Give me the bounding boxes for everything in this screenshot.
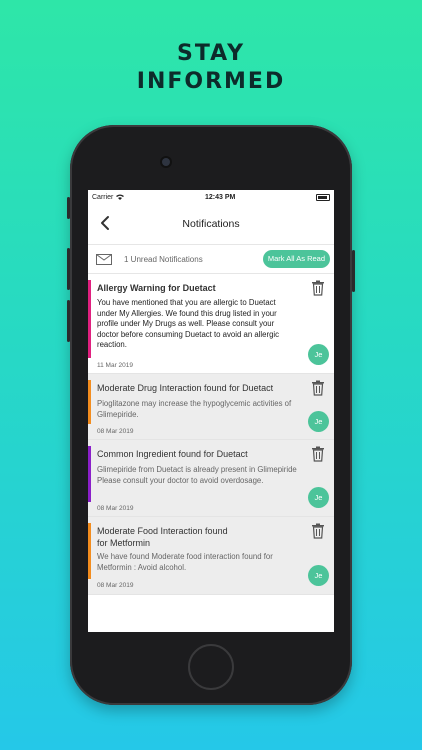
notification-body: Glimepiride from Duetact is already pres… <box>97 465 297 485</box>
trash-icon[interactable] <box>311 523 325 539</box>
navigation-bar: Notifications <box>88 204 334 245</box>
power-button <box>352 250 355 292</box>
back-chevron-icon[interactable] <box>98 214 114 232</box>
notification-card[interactable]: Moderate Food Interaction found for Metf… <box>88 517 334 595</box>
unread-count: 1 Unread Notifications <box>124 254 203 264</box>
promo-line-1: STAY <box>177 41 245 66</box>
status-time: 12:43 PM <box>205 193 236 201</box>
severity-bar <box>88 280 91 358</box>
battery-icon <box>316 193 330 201</box>
home-button[interactable] <box>188 644 234 690</box>
notification-summary: 1 Unread Notifications Mark All As Read <box>88 245 334 274</box>
notification-card[interactable]: Moderate Drug Interaction found for Duet… <box>88 374 334 440</box>
notification-body: Pioglitazone may increase the hypoglycem… <box>97 399 292 419</box>
promo-headline: STAY INFORMED <box>0 40 422 96</box>
mail-icon <box>96 253 112 265</box>
carrier-label: Carrier <box>92 193 114 201</box>
volume-up-button <box>67 248 70 290</box>
notification-title: Allergy Warning for Duetact <box>97 283 216 293</box>
notification-date: 08 Mar 2019 <box>97 582 134 589</box>
front-camera <box>162 158 170 166</box>
notification-body: We have found Moderate food interaction … <box>97 552 273 572</box>
notification-card[interactable]: Common Ingredient found for Duetact Glim… <box>88 440 334 517</box>
wifi-icon <box>116 194 125 200</box>
trash-icon[interactable] <box>311 380 325 396</box>
volume-down-button <box>67 300 70 342</box>
promo-line-2: INFORMED <box>136 69 286 94</box>
notification-title: Moderate Drug Interaction found for Duet… <box>97 383 274 393</box>
page-title: Notifications <box>182 218 240 230</box>
trash-icon[interactable] <box>311 280 325 296</box>
app-screen: Carrier 12:43 PM Notifications 1 Unread … <box>88 190 334 632</box>
notification-body: You have mentioned that you are allergic… <box>97 298 280 349</box>
trash-icon[interactable] <box>311 446 325 462</box>
notification-date: 11 Mar 2019 <box>97 362 134 369</box>
avatar: Je <box>308 344 329 365</box>
avatar: Je <box>308 565 329 586</box>
severity-bar <box>88 523 91 579</box>
avatar: Je <box>308 487 329 508</box>
notification-title: Common Ingredient found for Duetact <box>97 449 248 459</box>
mark-all-read-button[interactable]: Mark All As Read <box>262 250 330 268</box>
severity-bar <box>88 446 91 502</box>
status-bar: Carrier 12:43 PM <box>88 190 334 204</box>
avatar: Je <box>308 411 329 432</box>
severity-bar <box>88 380 91 424</box>
mute-switch <box>67 197 70 219</box>
notification-title: Moderate Food Interaction found for Metf… <box>97 526 228 548</box>
notification-date: 08 Mar 2019 <box>97 505 134 512</box>
notification-card[interactable]: Allergy Warning for Duetact You have men… <box>88 274 334 374</box>
notification-date: 08 Mar 2019 <box>97 428 134 435</box>
